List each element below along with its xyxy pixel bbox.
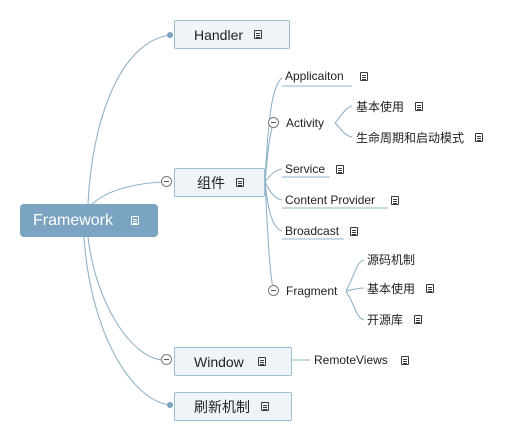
note-icon[interactable] — [475, 132, 484, 142]
note-icon[interactable] — [391, 195, 400, 205]
expand-dot-icon[interactable] — [167, 32, 173, 38]
node-label: Service — [285, 162, 326, 176]
node-window[interactable]: Window — [174, 347, 292, 376]
node-fragment-source[interactable]: 源码机制 — [367, 250, 415, 268]
node-label: 开源库 — [367, 312, 404, 327]
link-fragment-opensource — [345, 290, 365, 321]
node-label: 源码机制 — [367, 252, 416, 267]
note-icon[interactable] — [236, 178, 244, 187]
node-components[interactable]: 组件 — [174, 168, 265, 197]
link-comp-fragment — [264, 181, 275, 292]
node-label: 基本使用 — [367, 281, 416, 296]
collapse-toggle-icon[interactable] — [268, 285, 279, 296]
node-fragment-opensource[interactable]: 开源库 — [367, 310, 423, 328]
link-root-refresh — [83, 236, 171, 406]
collapse-toggle-icon[interactable] — [268, 117, 279, 128]
node-remoteviews[interactable]: RemoteViews — [314, 351, 409, 369]
node-activity-basic[interactable]: 基本使用 — [356, 97, 424, 115]
collapse-toggle-icon[interactable] — [161, 176, 172, 187]
node-activity-lifecycle[interactable]: 生命周期和启动模式 — [356, 128, 484, 146]
link-comp-service — [264, 168, 283, 183]
node-label: Window — [194, 353, 244, 370]
link-activity-lifecycle — [334, 122, 353, 138]
link-root-window — [87, 236, 164, 361]
node-label: 刷新机制 — [194, 398, 250, 415]
link-comp-content-provider — [264, 181, 283, 201]
link-root-handler — [87, 34, 171, 205]
note-icon[interactable] — [261, 402, 269, 411]
node-label: RemoteViews — [314, 353, 388, 367]
node-label: Applicaiton — [285, 69, 344, 83]
note-icon[interactable] — [254, 30, 263, 39]
link-activity-basic — [334, 105, 353, 124]
node-label: Broadcast — [285, 224, 340, 238]
note-icon[interactable] — [400, 355, 409, 365]
link-root-components — [91, 181, 164, 205]
note-icon[interactable] — [415, 101, 424, 111]
note-icon[interactable] — [336, 164, 345, 174]
node-label: 基本使用 — [356, 99, 405, 114]
node-service[interactable]: Service — [285, 160, 345, 178]
node-content-provider[interactable]: Content Provider — [285, 191, 400, 209]
expand-dot-icon[interactable] — [167, 402, 173, 408]
link-fragment-source — [345, 259, 365, 292]
node-label: Content Provider — [285, 193, 376, 207]
node-activity[interactable]: Activity — [286, 114, 324, 132]
note-icon[interactable] — [350, 226, 359, 236]
node-broadcast[interactable]: Broadcast — [285, 222, 359, 240]
note-icon[interactable] — [414, 314, 423, 324]
node-fragment[interactable]: Fragment — [286, 282, 337, 300]
collapse-toggle-icon[interactable] — [161, 354, 172, 365]
note-icon[interactable] — [359, 71, 368, 81]
node-refresh[interactable]: 刷新机制 — [174, 392, 292, 421]
node-label: Handler — [194, 26, 244, 43]
root-node-framework[interactable]: Framework — [20, 204, 158, 237]
root-label: Framework — [33, 211, 114, 229]
note-icon[interactable] — [426, 283, 435, 293]
node-fragment-basic[interactable]: 基本使用 — [367, 279, 435, 297]
node-handler[interactable]: Handler — [174, 20, 290, 49]
note-icon[interactable] — [257, 357, 266, 366]
node-label: Fragment — [286, 284, 338, 298]
node-label: 生命周期和启动模式 — [356, 130, 465, 145]
node-application[interactable]: Applicaiton — [285, 67, 368, 85]
link-comp-application — [264, 77, 283, 183]
note-icon[interactable] — [131, 216, 140, 225]
link-fragment-basic — [345, 287, 365, 292]
node-label: Activity — [286, 116, 325, 130]
node-label: 组件 — [197, 174, 225, 191]
